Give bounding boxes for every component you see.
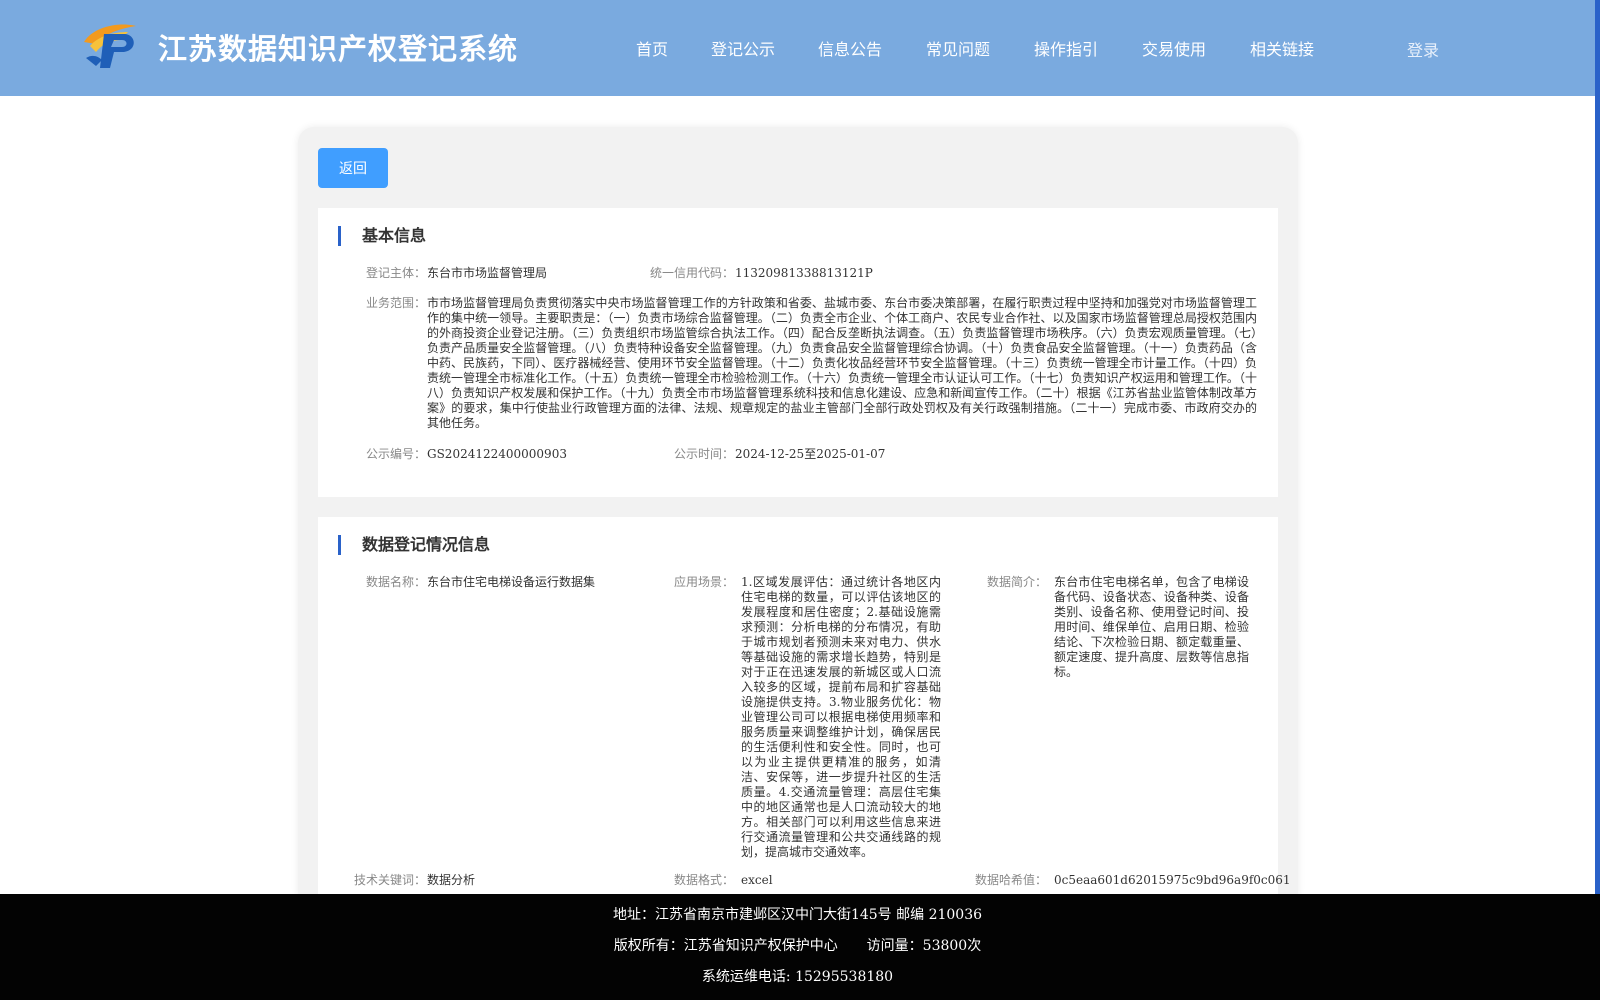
field-data-intro: 数据简介： 东台市住宅电梯名单，包含了电梯设备代码、设备状态、设备种类、设备类别… — [318, 575, 1278, 685]
top-header: 江苏数据知识产权登记系统 首页 登记公示 信息公告 常见问题 操作指引 交易使用… — [0, 0, 1595, 96]
nav-related-links[interactable]: 相关链接 — [1250, 36, 1314, 60]
footer-copyright: 版权所有：江苏省知识产权保护中心 — [613, 938, 838, 954]
scope-value: 市市场监督管理局负责贯彻落实中央市场监督管理工作的方针政策和省委、盐城市委、东台… — [427, 296, 1257, 430]
nav-faq[interactable]: 常见问题 — [926, 36, 990, 60]
footer-copyright-row: 版权所有：江苏省知识产权保护中心 访问量：53800次 — [0, 935, 1595, 955]
intro-value: 东台市住宅电梯名单，包含了电梯设备代码、设备状态、设备种类、设备类别、设备名称、… — [1054, 575, 1249, 679]
footer-phone: 系统运维电话: 15295538180 — [701, 969, 894, 985]
data-registration-card: 数据登记情况信息 数据名称： 东台市住宅电梯设备运行数据集 应用场景： 1.区域… — [318, 517, 1291, 897]
logo-icon — [84, 24, 136, 68]
hash-label: 数据哈希值： — [974, 873, 1047, 887]
nav-registration-publicity[interactable]: 登记公示 — [711, 36, 775, 60]
hash-value: 0c5eaa601d62015975c9bd96a9f0c061 — [1054, 873, 1291, 887]
nav-home[interactable]: 首页 — [636, 36, 668, 60]
footer-address: 地址：江苏省南京市建邺区汉中门大街145号 邮编 210036 — [612, 907, 983, 923]
login-link[interactable]: 登录 — [1407, 37, 1439, 61]
footer: 地址：江苏省南京市建邺区汉中门大街145号 邮编 210036 版权所有：江苏省… — [0, 894, 1600, 1000]
field-publicity-time: 公示时间： 2024-12-25至2025-01-07 — [318, 447, 1278, 463]
intro-label: 数据简介： — [986, 575, 1047, 589]
publicity-time-label: 公示时间： — [673, 447, 734, 461]
field-data-hash: 数据哈希值： 0c5eaa601d62015975c9bd96a9f0c061 — [318, 873, 1291, 889]
back-button[interactable]: 返回 — [318, 148, 388, 188]
site-title: 江苏数据知识产权登记系统 — [158, 32, 519, 66]
section-title-data: 数据登记情况信息 — [338, 535, 490, 555]
nav-operation-guide[interactable]: 操作指引 — [1034, 36, 1098, 60]
publicity-time-value: 2024-12-25至2025-01-07 — [735, 447, 886, 461]
scrollbar-edge[interactable] — [1595, 0, 1600, 1000]
credit-code-value: 11320981338813121P — [735, 266, 873, 280]
scope-label: 业务范围： — [365, 296, 426, 310]
field-credit-code: 统一信用代码： 11320981338813121P — [318, 266, 1278, 282]
section-title-basic: 基本信息 — [338, 226, 426, 246]
credit-code-label: 统一信用代码： — [649, 266, 734, 280]
nav-info-announcement[interactable]: 信息公告 — [818, 36, 882, 60]
field-business-scope: 业务范围： 市市场监督管理局负责贯彻落实中央市场监督管理工作的方针政策和省委、盐… — [318, 296, 1278, 436]
footer-visits: 访问量：53800次 — [866, 938, 982, 954]
nav-trade-use[interactable]: 交易使用 — [1142, 36, 1206, 60]
basic-info-card: 基本信息 登记主体： 东台市市场监督管理局 统一信用代码： 1132098133… — [318, 208, 1278, 497]
